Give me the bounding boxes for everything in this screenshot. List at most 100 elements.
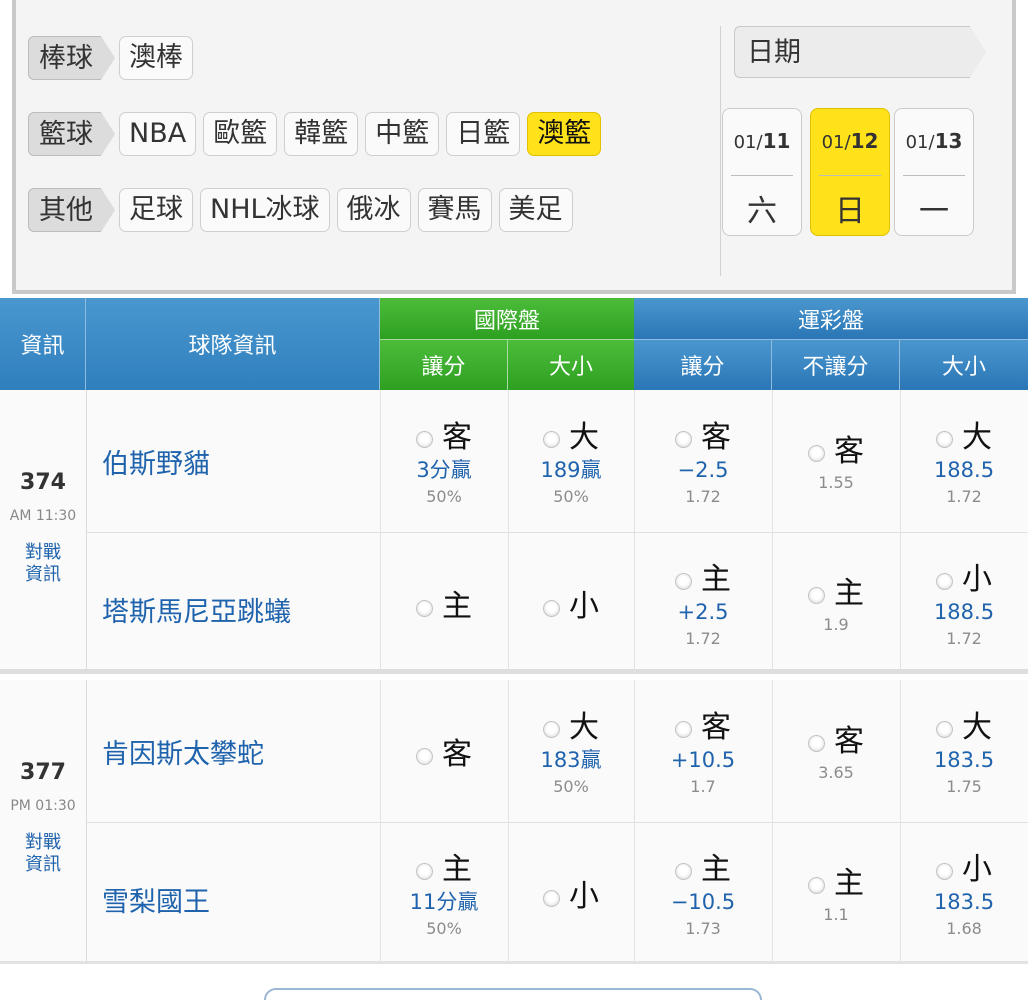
odds-rate: 1.9 xyxy=(823,615,849,634)
odds-rate: 50% xyxy=(553,487,589,506)
radio-icon[interactable] xyxy=(675,721,692,738)
odds-cell-lot-spread[interactable]: 主 +2.5 1.72 xyxy=(634,532,772,674)
odds-pick: 主 xyxy=(675,554,731,598)
date-month: 01/ xyxy=(733,132,763,153)
odds-rate: 50% xyxy=(553,777,589,796)
team-name[interactable]: 雪梨國王 xyxy=(102,880,210,919)
load-more-button[interactable] xyxy=(264,988,762,1000)
radio-icon[interactable] xyxy=(808,735,825,752)
chip-korea-basketball[interactable]: 韓籃 xyxy=(284,112,359,156)
odds-cell-lot-spread[interactable]: 客 −2.5 1.72 xyxy=(634,390,772,532)
odds-value: 183.5 xyxy=(933,890,995,914)
odds-cell-intl-total[interactable]: 大 189贏 50% xyxy=(508,390,634,532)
odds-cell-lot-ml[interactable]: 客 3.65 xyxy=(772,680,900,822)
header-info: 資訊 xyxy=(0,298,86,390)
chip-russia-hockey[interactable]: 俄冰 xyxy=(336,188,411,232)
date-card-0113[interactable]: 01/13 一 xyxy=(894,108,974,236)
matchup-info-text-line1: 對戰 xyxy=(25,832,61,853)
odds-cell-intl-spread[interactable]: 客 xyxy=(380,680,508,822)
odds-cell-intl-total[interactable]: 小 xyxy=(508,822,634,964)
header-team-info: 球隊資訊 xyxy=(86,298,380,390)
radio-icon[interactable] xyxy=(416,600,433,617)
pick-label: 客 xyxy=(834,724,864,759)
radio-icon[interactable] xyxy=(936,721,953,738)
radio-icon[interactable] xyxy=(543,431,560,448)
date-card-0111[interactable]: 01/11 六 xyxy=(722,108,802,236)
odds-pick: 大 xyxy=(543,412,599,456)
odds-value: 189贏 xyxy=(540,458,602,482)
team-name[interactable]: 伯斯野貓 xyxy=(102,442,210,481)
odds-rate: 1.7 xyxy=(690,777,716,796)
odds-cell-lot-ml[interactable]: 主 1.9 xyxy=(772,532,900,674)
radio-icon[interactable] xyxy=(416,863,433,880)
chip-japan-basketball[interactable]: 日籃 xyxy=(446,112,521,156)
odds-cell-lot-total[interactable]: 大 183.5 1.75 xyxy=(900,680,1028,822)
odds-cell-intl-spread[interactable]: 主 11分贏 50% xyxy=(380,822,508,964)
radio-icon[interactable] xyxy=(416,431,433,448)
chip-nba[interactable]: NBA xyxy=(119,112,197,156)
team-name[interactable]: 肯因斯太攀蛇 xyxy=(102,732,264,771)
radio-icon[interactable] xyxy=(675,573,692,590)
odds-pick: 客 xyxy=(675,702,731,746)
date-month: 01/ xyxy=(821,132,851,153)
odds-cell-lot-ml[interactable]: 主 1.1 xyxy=(772,822,900,964)
chip-american-football[interactable]: 美足 xyxy=(498,188,573,232)
matchup-info-link[interactable]: 對戰 資訊 xyxy=(0,832,86,876)
radio-icon[interactable] xyxy=(675,863,692,880)
chip-euro-basketball[interactable]: 歐籃 xyxy=(203,112,278,156)
radio-icon[interactable] xyxy=(808,445,825,462)
odds-value: +2.5 xyxy=(677,600,729,624)
odds-value: +10.5 xyxy=(670,748,736,772)
radio-icon[interactable] xyxy=(543,890,560,907)
odds-cell-intl-total[interactable]: 大 183贏 50% xyxy=(508,680,634,822)
radio-icon[interactable] xyxy=(936,431,953,448)
chip-china-basketball[interactable]: 中籃 xyxy=(365,112,440,156)
radio-icon[interactable] xyxy=(543,721,560,738)
chip-aus-basketball[interactable]: 澳籃 xyxy=(527,112,602,156)
header-intl-odds: 國際盤 xyxy=(380,298,634,340)
chip-aus-baseball[interactable]: 澳棒 xyxy=(119,36,193,80)
pick-label: 主 xyxy=(834,866,864,901)
odds-pick: 小 xyxy=(936,554,992,598)
radio-icon[interactable] xyxy=(416,748,433,765)
pick-label: 客 xyxy=(701,710,731,745)
category-row-baseball: 棒球 澳棒 xyxy=(28,34,200,82)
chip-nhl-hockey[interactable]: NHL冰球 xyxy=(200,188,330,232)
date-day: 12 xyxy=(850,129,879,153)
odds-cell-intl-total[interactable]: 小 xyxy=(508,532,634,674)
date-weekday: 一 xyxy=(919,194,949,229)
pick-label: 主 xyxy=(701,562,731,597)
odds-cell-lot-total[interactable]: 大 188.5 1.72 xyxy=(900,390,1028,532)
odds-cell-intl-spread[interactable]: 客 3分贏 50% xyxy=(380,390,508,532)
radio-icon[interactable] xyxy=(675,431,692,448)
odds-cell-intl-spread[interactable]: 主 xyxy=(380,532,508,674)
odds-cell-lot-spread[interactable]: 客 +10.5 1.7 xyxy=(634,680,772,822)
chip-soccer[interactable]: 足球 xyxy=(119,188,193,232)
odds-cell-lot-spread[interactable]: 主 −10.5 1.73 xyxy=(634,822,772,964)
header-lottery-total: 大小 xyxy=(900,340,1028,390)
odds-rate: 1.1 xyxy=(823,905,849,924)
odds-rate: 1.72 xyxy=(946,629,982,648)
pick-label: 主 xyxy=(834,576,864,611)
game-number: 374 xyxy=(20,470,66,495)
date-card-0112[interactable]: 01/12 日 xyxy=(810,108,890,236)
odds-rate: 1.55 xyxy=(818,473,854,492)
chip-horse-racing[interactable]: 賽馬 xyxy=(417,188,492,232)
pick-label: 大 xyxy=(569,710,599,745)
team-name[interactable]: 塔斯馬尼亞跳蟻 xyxy=(102,590,291,629)
odds-cell-lot-total[interactable]: 小 183.5 1.68 xyxy=(900,822,1028,964)
radio-icon[interactable] xyxy=(808,587,825,604)
odds-cell-lot-total[interactable]: 小 188.5 1.72 xyxy=(900,532,1028,674)
odds-rate: 50% xyxy=(426,919,462,938)
odds-cell-lot-ml[interactable]: 客 1.55 xyxy=(772,390,900,532)
odds-pick: 主 xyxy=(675,844,731,888)
matchup-info-link[interactable]: 對戰 資訊 xyxy=(0,542,86,586)
radio-icon[interactable] xyxy=(808,877,825,894)
radio-icon[interactable] xyxy=(936,573,953,590)
radio-icon[interactable] xyxy=(543,600,560,617)
filter-panel: 棒球 澳棒 籃球 NBA 歐籃 韓籃 中籃 日籃 澳籃 其他 足球 NHL冰球 … xyxy=(12,0,1016,294)
category-row-basketball: 籃球 NBA 歐籃 韓籃 中籃 日籃 澳籃 xyxy=(28,110,608,158)
radio-icon[interactable] xyxy=(936,863,953,880)
odds-pick: 小 xyxy=(936,844,992,888)
odds-rate: 1.72 xyxy=(685,629,721,648)
